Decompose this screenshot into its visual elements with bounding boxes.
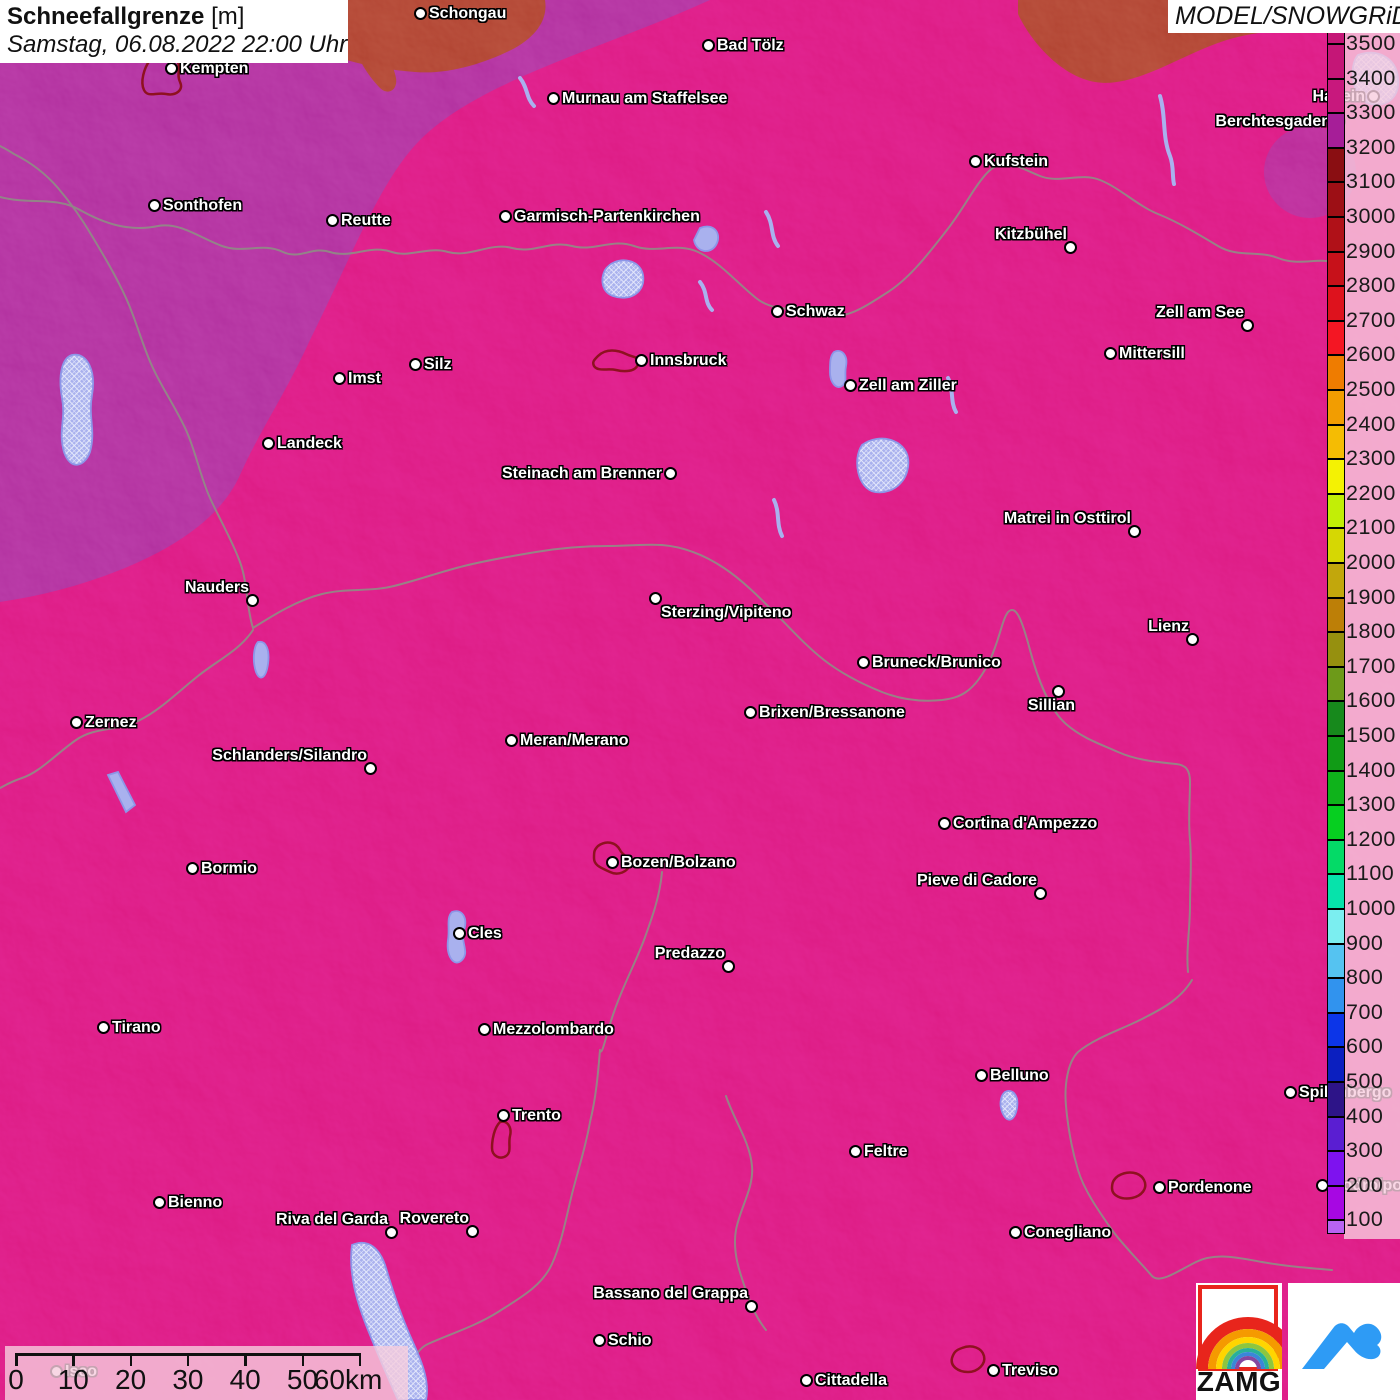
scale-bar-label: 60km: [313, 1364, 383, 1395]
snowgrid-map-page: Schongau Bad Tölz Kempten Murnau am Staffel…: [0, 0, 1400, 1400]
title-datetime: Samstag, 06.08.2022 22:00 Uhr: [7, 31, 348, 58]
lake-reschensee: [252, 640, 270, 679]
map-canvas: [0, 0, 1400, 1400]
zamg-logo: ZAMG: [1196, 1283, 1300, 1400]
mountain-cloud-icon: [1302, 1323, 1382, 1369]
lake-santa-giustina: [446, 910, 467, 964]
lake-staffelsee: [601, 259, 645, 299]
page-title: Schneefallgrenze [m]: [7, 2, 244, 31]
lake-santa-croce: [999, 1090, 1019, 1121]
lake-tegernsee: [829, 350, 848, 388]
scale-bar: 0 10 20 30 40 50 60km: [5, 1346, 408, 1400]
lake-achensee: [856, 437, 910, 494]
model-label: MODEL/SNOWGRiD: [1168, 0, 1400, 33]
title-box: Schneefallgrenze [m] Samstag, 06.08.2022…: [0, 0, 348, 63]
colorbar-label-background: [1344, 33, 1400, 1239]
title-unit: [m]: [211, 3, 245, 30]
hillshade-texture: [0, 0, 1400, 1400]
snowgrid-logo: [1288, 1283, 1400, 1400]
zamg-logo-text: ZAMG: [1196, 1366, 1282, 1397]
title-text: Schneefallgrenze: [7, 3, 205, 30]
lake-forggensee: [59, 354, 94, 466]
